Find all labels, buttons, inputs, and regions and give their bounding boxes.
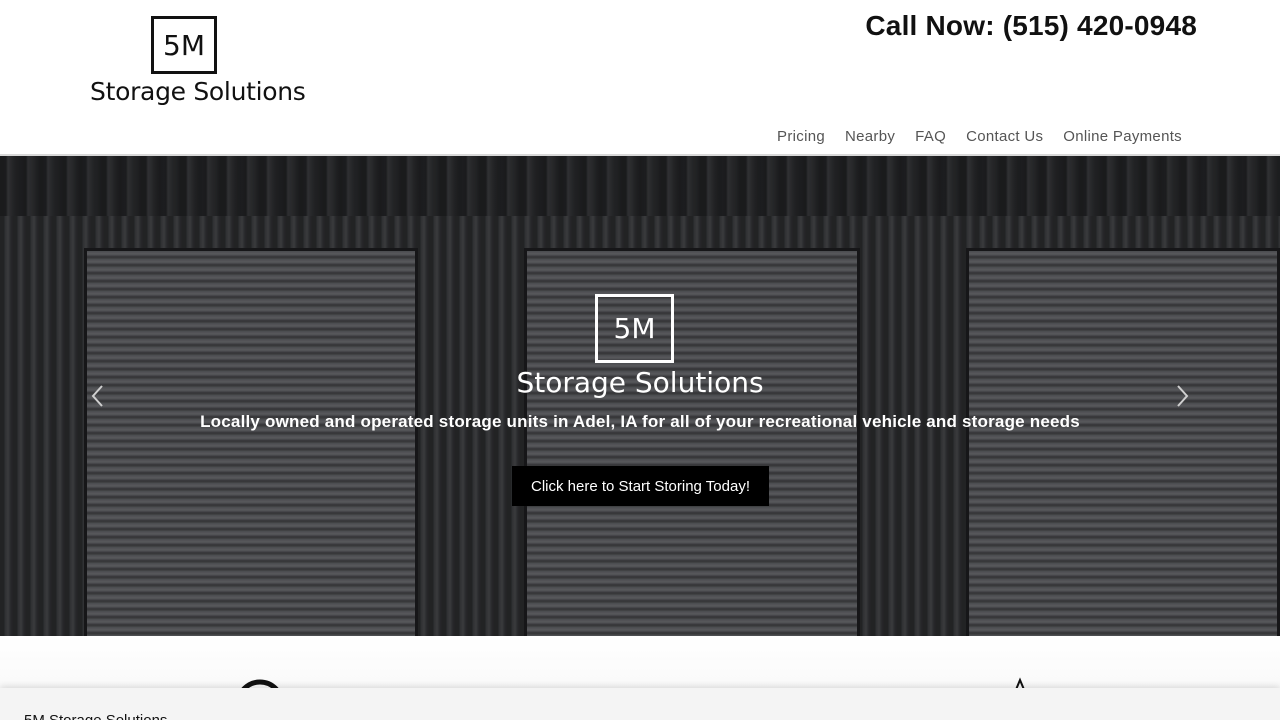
nav-pricing[interactable]: Pricing [777,128,825,145]
start-storing-button[interactable]: Click here to Start Storing Today! [512,466,769,506]
main-nav: Pricing Nearby FAQ Contact Us Online Pay… [777,128,1182,145]
hero-logo-name: Storage Solutions [516,366,764,399]
carousel-prev-button[interactable] [82,381,112,411]
logo-mark: 5M [151,16,217,74]
nav-faq[interactable]: FAQ [915,128,946,145]
logo-name: Storage Solutions [90,77,306,106]
nav-contact-us[interactable]: Contact Us [966,128,1043,145]
nav-online-payments[interactable]: Online Payments [1063,128,1182,145]
site-logo[interactable]: 5M Storage Solutions [88,15,306,110]
cookie-notice-bar: 5M Storage Solutions [0,688,1280,720]
hero-logo-mark: 5M [595,294,674,363]
nav-nearby[interactable]: Nearby [845,128,895,145]
chevron-right-icon [1177,385,1189,407]
cookie-notice-text: 5M Storage Solutions [24,712,167,720]
hero-tagline: Locally owned and operated storage units… [200,412,1080,431]
site-header: 5M Storage Solutions Call Now: (515) 420… [0,0,1280,156]
chevron-left-icon [91,385,103,407]
hero-carousel: 5M Storage Solutions Locally owned and o… [0,156,1280,636]
call-now-phone[interactable]: Call Now: (515) 420-0948 [865,10,1197,42]
carousel-next-button[interactable] [1168,381,1198,411]
